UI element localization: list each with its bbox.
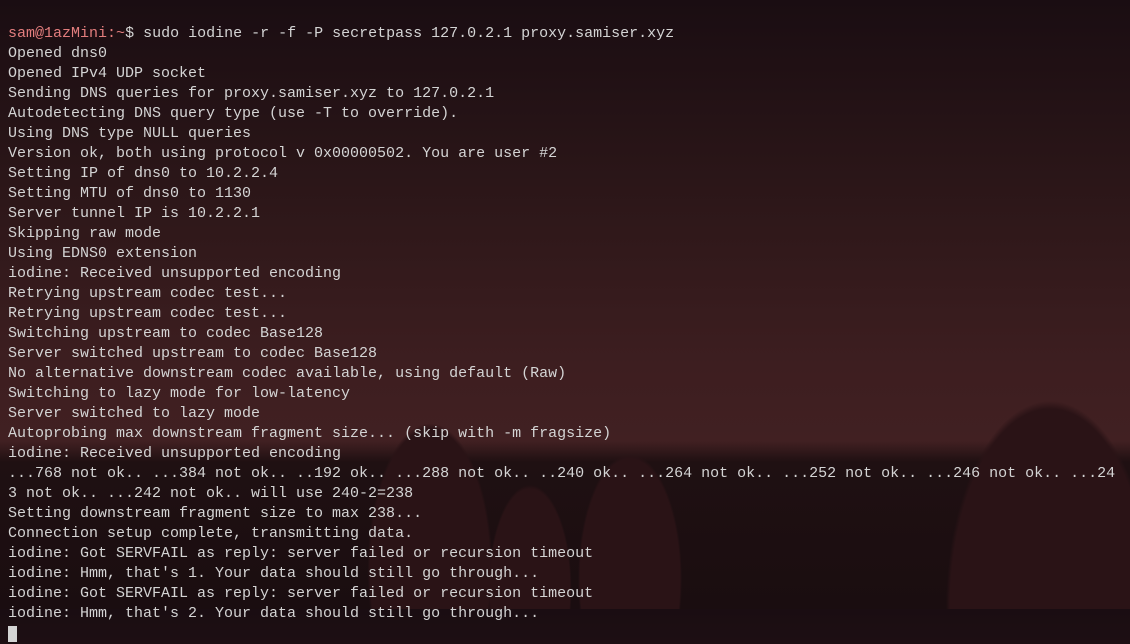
output-line: iodine: Hmm, that's 2. Your data should … [8, 604, 1122, 624]
output-line: Retrying upstream codec test... [8, 304, 1122, 324]
output-line: Setting IP of dns0 to 10.2.2.4 [8, 164, 1122, 184]
output-line: iodine: Received unsupported encoding [8, 264, 1122, 284]
output-line: Opened IPv4 UDP socket [8, 64, 1122, 84]
output-line: Opened dns0 [8, 44, 1122, 64]
output-line: iodine: Received unsupported encoding [8, 444, 1122, 464]
output-line: Sending DNS queries for proxy.samiser.xy… [8, 84, 1122, 104]
command-text: sudo iodine -r -f -P secretpass 127.0.2.… [143, 25, 674, 42]
prompt-dollar: $ [125, 25, 143, 42]
output-line: Connection setup complete, transmitting … [8, 524, 1122, 544]
output-line: Using DNS type NULL queries [8, 124, 1122, 144]
output-line: Server tunnel IP is 10.2.2.1 [8, 204, 1122, 224]
cursor [8, 626, 17, 642]
prompt-separator: : [107, 25, 116, 42]
output-line: Using EDNS0 extension [8, 244, 1122, 264]
output-line: ...768 not ok.. ...384 not ok.. ..192 ok… [8, 464, 1122, 504]
output-line: iodine: Got SERVFAIL as reply: server fa… [8, 544, 1122, 564]
output-line: Server switched upstream to codec Base12… [8, 344, 1122, 364]
output-line: Retrying upstream codec test... [8, 284, 1122, 304]
output-line: Server switched to lazy mode [8, 404, 1122, 424]
terminal-output: Opened dns0Opened IPv4 UDP socketSending… [8, 44, 1122, 624]
output-line: Switching upstream to codec Base128 [8, 324, 1122, 344]
output-line: Setting downstream fragment size to max … [8, 504, 1122, 524]
output-line: Autodetecting DNS query type (use -T to … [8, 104, 1122, 124]
terminal[interactable]: sam@1azMini:~$ sudo iodine -r -f -P secr… [8, 4, 1122, 644]
output-line: No alternative downstream codec availabl… [8, 364, 1122, 384]
output-line: Version ok, both using protocol v 0x0000… [8, 144, 1122, 164]
output-line: Skipping raw mode [8, 224, 1122, 244]
output-line: iodine: Got SERVFAIL as reply: server fa… [8, 584, 1122, 604]
prompt-user-host: sam@1azMini [8, 25, 107, 42]
output-line: Setting MTU of dns0 to 1130 [8, 184, 1122, 204]
prompt-path: ~ [116, 25, 125, 42]
output-line: Switching to lazy mode for low-latency [8, 384, 1122, 404]
output-line: Autoprobing max downstream fragment size… [8, 424, 1122, 444]
output-line: iodine: Hmm, that's 1. Your data should … [8, 564, 1122, 584]
